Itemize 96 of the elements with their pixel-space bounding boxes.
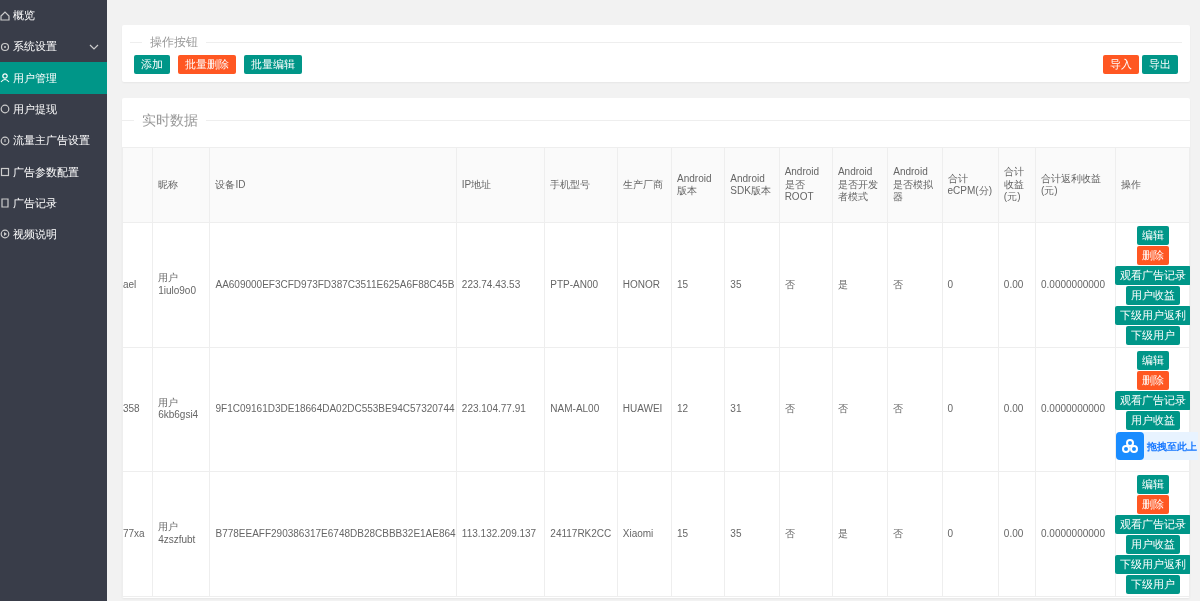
toolbar-button[interactable]: 导出	[1142, 55, 1178, 74]
sidebar-item[interactable]: 系统设置	[0, 31, 107, 63]
table-cell: 否	[784, 278, 795, 290]
table-cell: HONOR	[622, 278, 660, 290]
gear-icon	[0, 40, 10, 53]
row-action-button[interactable]: 用户收益	[1125, 535, 1180, 554]
table-cell: 77xa	[123, 527, 145, 539]
table-cell: 否	[837, 403, 848, 414]
table-cell: 15	[677, 278, 689, 290]
table-cell: 358	[123, 403, 140, 414]
row-action-button[interactable]: 下级用户返利	[1114, 555, 1190, 574]
table-cell: B778EEAFF290386317E6748DB28CBBB32E1AE864	[215, 527, 456, 539]
column-header: 生产厂商	[622, 178, 663, 190]
table-cell: 用户6kb6gsi4	[158, 396, 199, 421]
table-cell: 35	[730, 278, 742, 290]
row-action-button[interactable]: 用户收益	[1125, 286, 1180, 305]
table-cell: 0.00	[1003, 403, 1024, 414]
row-action-button[interactable]: 编辑	[1136, 350, 1169, 370]
table-cell: 否	[893, 403, 904, 414]
row-action-button[interactable]: 删除	[1136, 246, 1169, 265]
table-cell: 0	[947, 527, 954, 539]
play-icon	[0, 228, 10, 241]
table-cell: 用户4zszfubt	[158, 521, 196, 545]
column-header: 操作	[1121, 178, 1142, 190]
row-action-button[interactable]: 编辑	[1136, 226, 1169, 245]
toolbar-button[interactable]: 批量编辑	[244, 55, 302, 74]
table-cell: 否	[784, 403, 795, 414]
table-cell: Xiaomi	[622, 527, 654, 539]
table-cell: 否	[893, 278, 904, 290]
row-action-button[interactable]: 观看广告记录	[1114, 390, 1190, 410]
table-cell: 223.74.43.53	[461, 278, 521, 290]
row-action-button[interactable]: 用户收益	[1125, 410, 1180, 430]
square-icon	[0, 165, 10, 178]
table-cell: 0.0000000000	[1041, 278, 1105, 290]
home-icon	[0, 9, 10, 22]
table-cell: 0.00	[1003, 527, 1024, 539]
table-cell: 0	[947, 278, 954, 290]
table-cell: 223.104.77.91	[461, 403, 526, 414]
sidebar-item[interactable]: 广告参数配置	[0, 156, 107, 188]
table-cell: 0.0000000000	[1041, 527, 1105, 539]
sidebar-item[interactable]: 概览	[0, 0, 107, 31]
row-action-button[interactable]: 删除	[1136, 370, 1169, 390]
table-cell: AA609000EF3CFD973FD387C3511E625A6F88C45B	[215, 278, 455, 290]
column-header: 手机型号	[550, 178, 591, 190]
table-cell: 24117RK2CC	[550, 527, 612, 539]
column-header: Android是否ROOT	[784, 166, 820, 203]
column-header: 昵称	[158, 178, 179, 190]
table-cell: PTP-AN00	[550, 278, 599, 290]
row-action-button[interactable]: 观看广告记录	[1114, 515, 1190, 534]
sidebar-item[interactable]: 广告记录	[0, 187, 107, 219]
document-icon	[0, 197, 10, 210]
table-cell: 12	[677, 403, 689, 414]
table-cell: 是	[837, 278, 848, 290]
row-action-button[interactable]: 编辑	[1136, 475, 1169, 494]
column-header: 设备ID	[215, 178, 246, 190]
toolbar-button[interactable]: 添加	[134, 55, 170, 74]
table-cell: 否	[784, 527, 795, 539]
table-cell: NAM-AL00	[550, 403, 600, 414]
column-header: Android版本	[677, 172, 712, 196]
upload-widget[interactable]: 拖拽至此上	[1116, 432, 1198, 460]
column-header: Android是否开发者模式	[837, 166, 878, 203]
toolbar-button[interactable]: 导入	[1103, 55, 1139, 74]
row-action-button[interactable]: 观看广告记录	[1114, 266, 1190, 285]
row-action-button[interactable]: 下级用户	[1125, 326, 1180, 345]
table-cell: 否	[893, 527, 904, 539]
row-action-button[interactable]: 删除	[1136, 495, 1169, 514]
table-cell: 0.0000000000	[1041, 403, 1105, 414]
sidebar-item[interactable]: 视频说明	[0, 218, 107, 251]
toolbar-button[interactable]: 批量删除	[178, 55, 236, 74]
table-cell: HUAWEI	[622, 403, 663, 414]
table-cell: 0.00	[1003, 278, 1024, 290]
user-icon	[0, 71, 10, 84]
table-cell: 9F1C09161D3DE18664DA02DC553BE94C57320744	[215, 403, 455, 414]
table-cell: ael	[123, 278, 137, 290]
table-cell: 15	[677, 527, 689, 539]
column-header: 合计eCPM(分)	[947, 172, 992, 196]
table-cell: 113.132.209.137	[461, 527, 537, 539]
column-header: Android SDK版本	[730, 172, 771, 196]
column-header: Android是否模拟器	[893, 166, 934, 203]
sidebar-item[interactable]: 用户管理	[0, 62, 107, 94]
table-cell: 用户1iulo9o0	[158, 272, 196, 296]
row-action-button[interactable]: 下级用户	[1125, 575, 1180, 594]
section-legend: 操作按钮	[150, 33, 198, 51]
circle-icon	[0, 103, 10, 116]
table-cell: 0	[947, 403, 954, 414]
chevron-down-icon	[89, 42, 99, 51]
table-cell: 35	[730, 527, 742, 539]
column-header: 合计返利收益(元)	[1041, 172, 1102, 196]
section-legend: 实时数据	[142, 110, 198, 131]
sidebar-item[interactable]: 用户提现	[0, 93, 107, 125]
table-cell: 31	[730, 403, 742, 414]
column-header: 合计收益(元)	[1003, 166, 1024, 203]
table-cell: 是	[837, 527, 848, 539]
sidebar-item[interactable]: 流量主广告设置	[0, 124, 107, 157]
column-header: IP地址	[461, 178, 492, 190]
row-action-button[interactable]: 下级用户返利	[1114, 306, 1190, 325]
